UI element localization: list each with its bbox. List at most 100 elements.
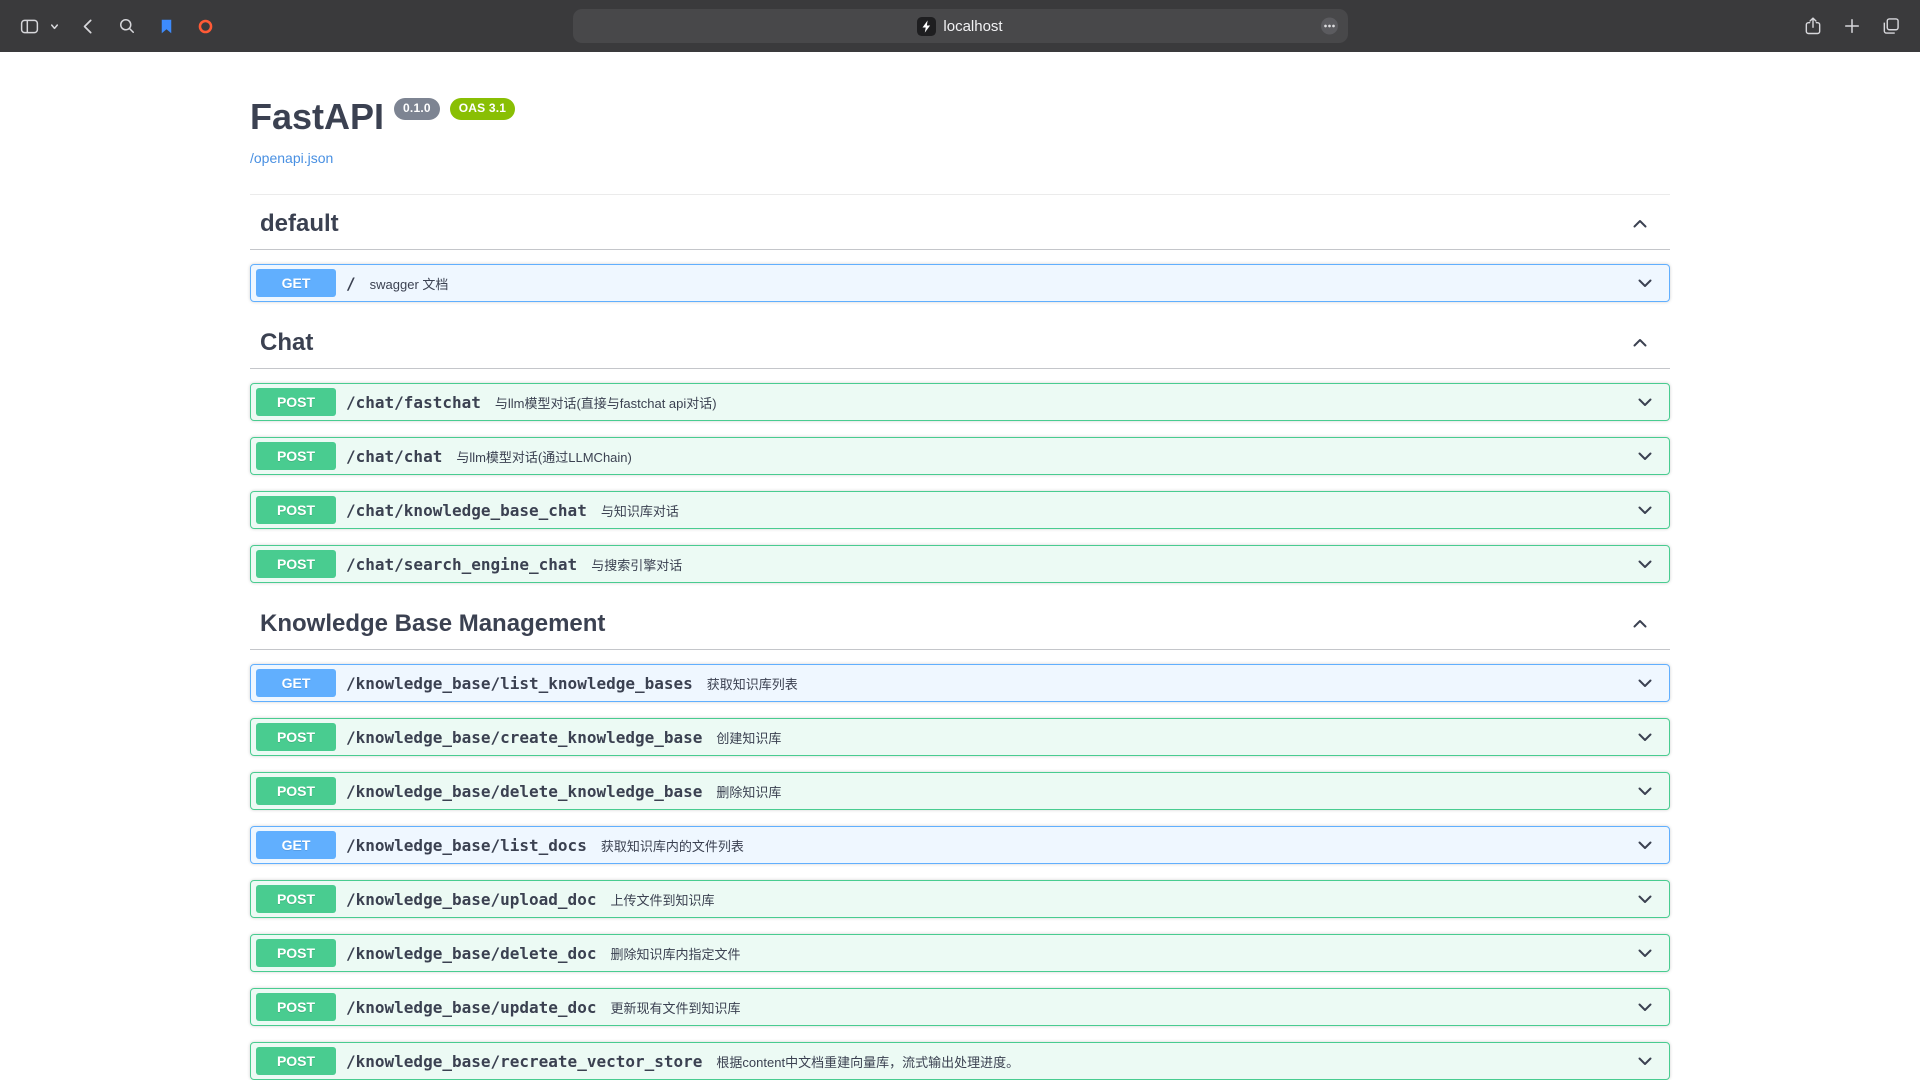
operation-description: 获取知识库列表 bbox=[707, 674, 1635, 693]
share-button[interactable] bbox=[1802, 15, 1824, 37]
operation-path: /knowledge_base/create_knowledge_base bbox=[346, 728, 702, 747]
tag-header[interactable]: default bbox=[250, 199, 1670, 250]
http-method-badge: GET bbox=[256, 831, 336, 859]
http-method-badge: POST bbox=[256, 1047, 336, 1075]
expand-operation-icon[interactable] bbox=[1635, 446, 1655, 466]
collapse-section-icon[interactable] bbox=[1630, 333, 1650, 353]
expand-operation-icon[interactable] bbox=[1635, 997, 1655, 1017]
http-method-badge: POST bbox=[256, 885, 336, 913]
operation-row: POST /knowledge_base/upload_doc 上传文件到知识库 bbox=[250, 880, 1670, 918]
http-method-badge: POST bbox=[256, 442, 336, 470]
expand-operation-icon[interactable] bbox=[1635, 554, 1655, 574]
tag-header[interactable]: Chat bbox=[250, 318, 1670, 369]
operation-path: /chat/knowledge_base_chat bbox=[346, 501, 587, 520]
operation-row: POST /knowledge_base/delete_knowledge_ba… bbox=[250, 772, 1670, 810]
tag-name: Chat bbox=[260, 329, 1630, 357]
operation-row: POST /knowledge_base/create_knowledge_ba… bbox=[250, 718, 1670, 756]
sidebar-chevron-down-icon[interactable] bbox=[48, 15, 60, 37]
operation-summary[interactable]: POST /chat/knowledge_base_chat 与知识库对话 bbox=[251, 492, 1669, 528]
operation-summary[interactable]: POST /chat/search_engine_chat 与搜索引擎对话 bbox=[251, 546, 1669, 582]
collapse-section-icon[interactable] bbox=[1630, 214, 1650, 234]
expand-operation-icon[interactable] bbox=[1635, 727, 1655, 747]
operation-row: POST /knowledge_base/recreate_vector_sto… bbox=[250, 1042, 1670, 1080]
expand-operation-icon[interactable] bbox=[1635, 943, 1655, 963]
operation-path: /knowledge_base/list_knowledge_bases bbox=[346, 674, 693, 693]
operation-description: 与搜索引擎对话 bbox=[591, 555, 1635, 574]
operation-description: 与llm模型对话(通过LLMChain) bbox=[456, 447, 1635, 466]
operation-list: GET /knowledge_base/list_knowledge_bases… bbox=[250, 650, 1670, 1080]
expand-operation-icon[interactable] bbox=[1635, 835, 1655, 855]
address-bar[interactable]: localhost bbox=[573, 9, 1348, 43]
toolbar-left-group bbox=[18, 15, 573, 37]
operation-path: /chat/chat bbox=[346, 447, 442, 466]
operation-summary[interactable]: GET /knowledge_base/list_docs 获取知识库内的文件列… bbox=[251, 827, 1669, 863]
operation-path: /knowledge_base/delete_knowledge_base bbox=[346, 782, 702, 801]
http-method-badge: GET bbox=[256, 269, 336, 297]
page-more-options-icon[interactable] bbox=[1320, 17, 1339, 36]
sidebar-toggle-button[interactable] bbox=[18, 15, 40, 37]
operation-description: 创建知识库 bbox=[716, 728, 1635, 747]
operation-path: /knowledge_base/recreate_vector_store bbox=[346, 1052, 702, 1071]
operation-path: / bbox=[346, 274, 356, 293]
tag-header[interactable]: Knowledge Base Management bbox=[250, 599, 1670, 650]
operation-summary[interactable]: POST /knowledge_base/recreate_vector_sto… bbox=[251, 1043, 1669, 1079]
operation-summary[interactable]: POST /knowledge_base/upload_doc 上传文件到知识库 bbox=[251, 881, 1669, 917]
http-method-badge: POST bbox=[256, 550, 336, 578]
operation-summary[interactable]: GET /knowledge_base/list_knowledge_bases… bbox=[251, 665, 1669, 701]
expand-operation-icon[interactable] bbox=[1635, 889, 1655, 909]
expand-operation-icon[interactable] bbox=[1635, 781, 1655, 801]
operation-path: /chat/search_engine_chat bbox=[346, 555, 577, 574]
operation-description: 根据content中文档重建向量库，流式输出处理进度。 bbox=[716, 1052, 1635, 1071]
api-title-text: FastAPI bbox=[250, 96, 384, 138]
operation-row: POST /knowledge_base/update_doc 更新现有文件到知… bbox=[250, 988, 1670, 1026]
http-method-badge: POST bbox=[256, 777, 336, 805]
api-tag-section: Chat POST /chat/fastchat 与llm模型对话(直接与fas… bbox=[250, 318, 1670, 583]
new-tab-button[interactable] bbox=[1841, 15, 1863, 37]
pinned-tab-orange-icon[interactable] bbox=[194, 15, 216, 37]
api-sections: default GET / swagger 文档 Chat POST /ch bbox=[250, 199, 1670, 1080]
operation-row: POST /chat/chat 与llm模型对话(通过LLMChain) bbox=[250, 437, 1670, 475]
tab-overview-button[interactable] bbox=[1880, 15, 1902, 37]
operation-row: POST /chat/fastchat 与llm模型对话(直接与fastchat… bbox=[250, 383, 1670, 421]
operation-row: GET / swagger 文档 bbox=[250, 264, 1670, 302]
operation-summary[interactable]: POST /knowledge_base/delete_knowledge_ba… bbox=[251, 773, 1669, 809]
expand-operation-icon[interactable] bbox=[1635, 392, 1655, 412]
url-text: localhost bbox=[943, 18, 1002, 35]
api-tag-section: Knowledge Base Management GET /knowledge… bbox=[250, 599, 1670, 1080]
http-method-badge: POST bbox=[256, 993, 336, 1021]
operation-summary[interactable]: GET / swagger 文档 bbox=[251, 265, 1669, 301]
operation-summary[interactable]: POST /chat/chat 与llm模型对话(通过LLMChain) bbox=[251, 438, 1669, 474]
search-icon[interactable] bbox=[116, 15, 138, 37]
pinned-tab-blue-icon[interactable] bbox=[155, 15, 177, 37]
expand-operation-icon[interactable] bbox=[1635, 500, 1655, 520]
tag-name: default bbox=[260, 210, 1630, 238]
operation-path: /knowledge_base/update_doc bbox=[346, 998, 596, 1017]
toolbar-right-group bbox=[1348, 15, 1903, 37]
operation-path: /knowledge_base/upload_doc bbox=[346, 890, 596, 909]
api-tag-section: default GET / swagger 文档 bbox=[250, 199, 1670, 302]
operation-row: GET /knowledge_base/list_docs 获取知识库内的文件列… bbox=[250, 826, 1670, 864]
expand-operation-icon[interactable] bbox=[1635, 673, 1655, 693]
collapse-section-icon[interactable] bbox=[1630, 614, 1650, 634]
operation-description: 与llm模型对话(直接与fastchat api对话) bbox=[495, 393, 1635, 412]
operation-row: POST /chat/search_engine_chat 与搜索引擎对话 bbox=[250, 545, 1670, 583]
expand-operation-icon[interactable] bbox=[1635, 273, 1655, 293]
operation-summary[interactable]: POST /knowledge_base/delete_doc 删除知识库内指定… bbox=[251, 935, 1669, 971]
openapi-json-link[interactable]: /openapi.json bbox=[250, 150, 333, 166]
operation-description: 删除知识库内指定文件 bbox=[610, 944, 1635, 963]
back-button[interactable] bbox=[77, 15, 99, 37]
operation-description: 与知识库对话 bbox=[601, 501, 1635, 520]
operation-path: /knowledge_base/list_docs bbox=[346, 836, 587, 855]
operation-row: POST /chat/knowledge_base_chat 与知识库对话 bbox=[250, 491, 1670, 529]
operation-summary[interactable]: POST /knowledge_base/create_knowledge_ba… bbox=[251, 719, 1669, 755]
operation-summary[interactable]: POST /chat/fastchat 与llm模型对话(直接与fastchat… bbox=[251, 384, 1669, 420]
browser-toolbar: localhost bbox=[0, 0, 1920, 52]
api-title: FastAPI 0.1.0 OAS 3.1 bbox=[250, 96, 1670, 138]
operation-description: 获取知识库内的文件列表 bbox=[601, 836, 1635, 855]
operation-list: POST /chat/fastchat 与llm模型对话(直接与fastchat… bbox=[250, 369, 1670, 583]
site-favicon-icon bbox=[917, 17, 936, 36]
http-method-badge: GET bbox=[256, 669, 336, 697]
http-method-badge: POST bbox=[256, 388, 336, 416]
operation-summary[interactable]: POST /knowledge_base/update_doc 更新现有文件到知… bbox=[251, 989, 1669, 1025]
expand-operation-icon[interactable] bbox=[1635, 1051, 1655, 1071]
